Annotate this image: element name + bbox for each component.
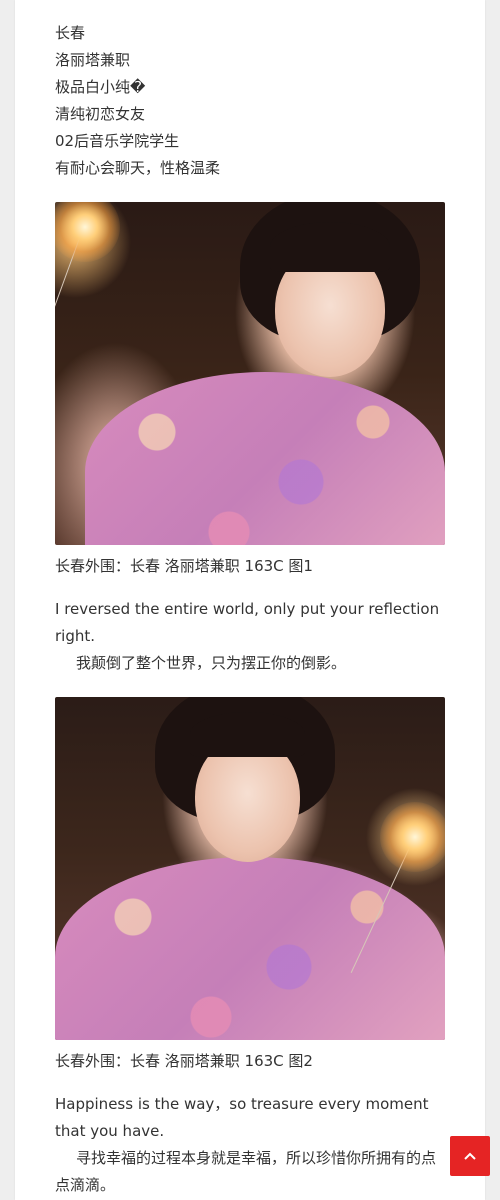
- bangs-shape: [270, 222, 390, 272]
- article-card: 长春 洛丽塔兼职 极品白小纯� 清纯初恋女友 02后音乐学院学生 有耐心会聊天，…: [15, 0, 485, 1200]
- article-content: 长春 洛丽塔兼职 极品白小纯� 清纯初恋女友 02后音乐学院学生 有耐心会聊天，…: [55, 20, 447, 1199]
- sparkler-glow: [380, 802, 445, 872]
- photo-2[interactable]: [55, 697, 445, 1040]
- profile-line-job: 洛丽塔兼职: [55, 51, 131, 69]
- chevron-up-icon: [464, 1152, 476, 1160]
- scroll-to-top-button[interactable]: [450, 1136, 490, 1176]
- photo-1-caption: 长春外围：长春 洛丽塔兼职 163C 图1: [55, 557, 313, 575]
- bangs-shape: [190, 712, 305, 757]
- profile-line-school: 02后音乐学院学生: [55, 132, 180, 150]
- quote-2-chinese: 寻找幸福的过程本身就是幸福，所以珍惜你所拥有的点点滴滴。: [55, 1149, 437, 1194]
- profile-line-type: 清纯初恋女友: [55, 105, 146, 123]
- quote-1-english: I reversed the entire world, only put yo…: [55, 600, 440, 645]
- quote-2-english: Happiness is the way，so treasure every m…: [55, 1095, 429, 1140]
- photo-2-caption: 长春外围：长春 洛丽塔兼职 163C 图2: [55, 1052, 313, 1070]
- profile-line-city: 长春: [55, 24, 86, 42]
- profile-line-personality: 有耐心会聊天，性格温柔: [55, 159, 221, 177]
- profile-line-nickname: 极品白小纯�: [55, 78, 146, 96]
- photo-1[interactable]: [55, 202, 445, 545]
- quote-1-chinese: 我颠倒了整个世界，只为摆正你的倒影。: [76, 654, 347, 672]
